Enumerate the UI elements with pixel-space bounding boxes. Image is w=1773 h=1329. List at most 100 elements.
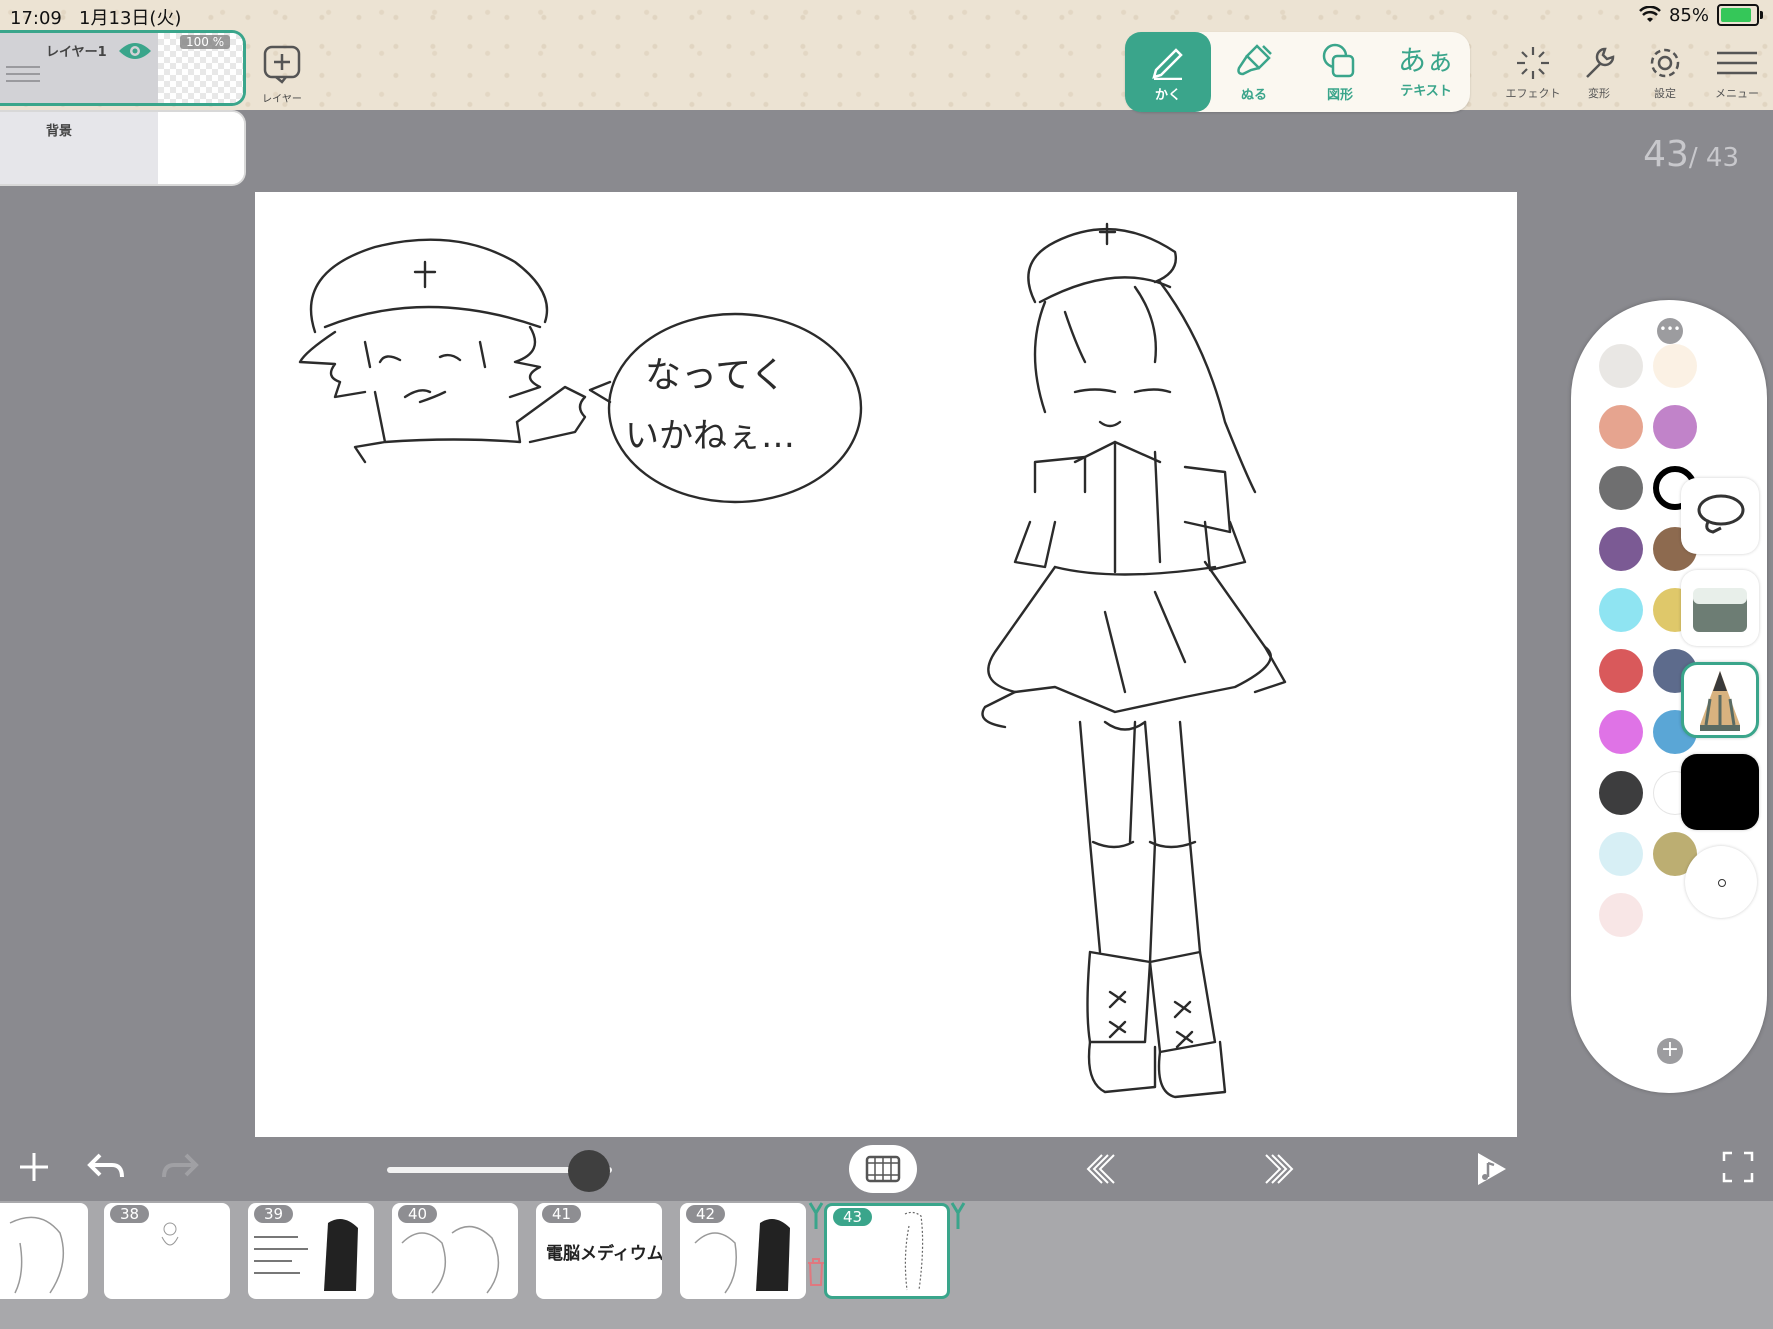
lasso-icon — [1697, 494, 1745, 534]
layer-name: 背景 — [46, 124, 73, 139]
tool-shape[interactable]: 図形 — [1297, 32, 1383, 112]
eraser-icon — [1693, 588, 1747, 632]
frame-sketch — [401, 1225, 500, 1294]
wrench-icon — [1586, 47, 1615, 78]
range-end-marker-icon[interactable] — [950, 1201, 966, 1231]
brush-icon — [1237, 43, 1272, 75]
frame-thumbnail-43[interactable]: 43 — [824, 1203, 950, 1299]
frame-thumbnail-38[interactable]: 38 — [104, 1203, 230, 1299]
color-swatch[interactable] — [1599, 710, 1643, 754]
frame-sketch — [254, 1219, 358, 1291]
prev-frame-icon[interactable] — [1082, 1149, 1122, 1189]
frame-sketch — [161, 1222, 179, 1246]
more-options-icon[interactable]: ••• — [1657, 318, 1683, 344]
frame-thumbnail-37[interactable] — [0, 1203, 88, 1299]
color-swatch[interactable] — [1599, 893, 1643, 937]
tool-fill[interactable]: ぬる — [1211, 32, 1297, 112]
color-swatch[interactable] — [1653, 344, 1697, 388]
text-glyph-icon: あぁ — [1397, 43, 1454, 77]
drag-handle-icon[interactable] — [6, 61, 40, 87]
tool-fill-label: ぬる — [1240, 87, 1267, 103]
shape-icon — [1322, 43, 1355, 77]
battery-icon — [1717, 4, 1763, 26]
frame-title-text: 電脳メディウム — [546, 1244, 662, 1264]
color-swatch[interactable] — [1599, 771, 1643, 815]
eye-icon[interactable] — [118, 41, 152, 61]
layer-row-1[interactable]: レイヤー1 100 % — [0, 30, 246, 106]
color-swatch[interactable] — [1599, 466, 1643, 510]
undo-icon[interactable] — [86, 1149, 126, 1185]
redo-icon[interactable] — [160, 1149, 200, 1185]
fullscreen-icon[interactable] — [1720, 1149, 1756, 1185]
layer-plus-icon — [263, 45, 301, 84]
wifi-icon — [1639, 6, 1661, 22]
frame-sketch — [904, 1211, 924, 1291]
layer-row-background[interactable]: 背景 — [0, 110, 246, 186]
speech-text-2: いかねぇ… — [625, 416, 795, 456]
color-swatch[interactable] — [1599, 527, 1643, 571]
pencil-tool[interactable] — [1681, 662, 1759, 738]
gear-icon — [1650, 48, 1680, 78]
tool-draw[interactable]: かく — [1125, 32, 1211, 112]
add-frame-icon[interactable] — [16, 1149, 52, 1185]
lasso-tool[interactable] — [1681, 478, 1759, 554]
frame-thumbnail-41[interactable]: 41 電脳メディウム — [536, 1203, 662, 1299]
settings-label: 設定 — [1654, 87, 1676, 100]
add-layer-label: レイヤー — [262, 94, 302, 105]
color-swatch[interactable] — [1599, 649, 1643, 693]
play-music-icon[interactable] — [1470, 1149, 1510, 1189]
color-swatch[interactable] — [1653, 405, 1697, 449]
tool-segmented-control: かく ぬる 図形 あぁ テキスト — [1125, 32, 1470, 112]
slider-knob[interactable] — [568, 1150, 610, 1192]
sparkle-icon — [1517, 47, 1549, 79]
frame-thumbnail-40[interactable]: 40 — [392, 1203, 518, 1299]
pencil-tool-icon — [1700, 671, 1740, 731]
frame-sketch — [694, 1219, 790, 1294]
status-right: 85% — [1639, 4, 1763, 26]
sketch-drawing: なってく いかねぇ… — [298, 222, 1287, 1099]
color-swatch[interactable] — [1599, 405, 1643, 449]
settings-button[interactable]: 設定 — [1632, 45, 1698, 101]
eraser-tool[interactable] — [1681, 570, 1759, 646]
layer-panel: レイヤー1 100 % 背景 — [0, 30, 248, 190]
bottom-toolbar — [0, 1137, 1773, 1201]
frame-thumbnail-42[interactable]: 42 — [680, 1203, 806, 1299]
transform-label: 変形 — [1588, 87, 1610, 100]
add-layer-button[interactable]: レイヤー — [258, 44, 306, 105]
add-color-button[interactable]: + — [1657, 1038, 1683, 1064]
current-color-swatch[interactable] — [1681, 754, 1759, 830]
page-counter: 43/ 43 — [1643, 134, 1739, 175]
drawing-canvas[interactable]: なってく いかねぇ… — [255, 192, 1517, 1137]
pencil-icon — [1152, 47, 1183, 80]
frame-number: 41 — [542, 1205, 582, 1223]
page-total: / 43 — [1688, 143, 1739, 173]
menu-label: メニュー — [1715, 87, 1759, 100]
effect-label: エフェクト — [1505, 87, 1561, 100]
frame-strip: 38 39 40 41 電脳メディウム 42 43 — [0, 1201, 1773, 1329]
frame-thumbnail-39[interactable]: 39 — [248, 1203, 374, 1299]
transform-button[interactable]: 変形 — [1566, 45, 1632, 101]
film-icon — [865, 1155, 901, 1183]
brush-size-dot-icon — [1718, 879, 1726, 887]
frame-sketch — [9, 1216, 65, 1294]
battery-percent: 85% — [1668, 4, 1709, 26]
next-frame-icon[interactable] — [1258, 1149, 1298, 1189]
color-swatch[interactable] — [1599, 588, 1643, 632]
tool-text-label: テキスト — [1400, 83, 1452, 99]
tool-draw-label: かく — [1154, 87, 1181, 103]
tool-shape-label: 図形 — [1326, 87, 1353, 103]
page-current: 43 — [1643, 134, 1689, 175]
effect-button[interactable]: エフェクト — [1500, 45, 1566, 101]
color-swatch[interactable] — [1599, 832, 1643, 876]
brush-size-button[interactable] — [1685, 846, 1757, 918]
status-time-date: 17:09 1月13日(火) — [10, 4, 181, 30]
color-swatch[interactable] — [1599, 344, 1643, 388]
speech-text-1: なってく — [645, 355, 786, 396]
film-toggle-button[interactable] — [849, 1145, 917, 1193]
tool-text[interactable]: あぁ テキスト — [1383, 32, 1469, 112]
status-date: 1月13日(火) — [79, 8, 182, 29]
trash-icon[interactable] — [806, 1257, 826, 1287]
menu-button[interactable]: メニュー — [1704, 45, 1770, 101]
status-time: 17:09 — [10, 8, 62, 29]
range-start-marker-icon[interactable] — [808, 1201, 824, 1231]
